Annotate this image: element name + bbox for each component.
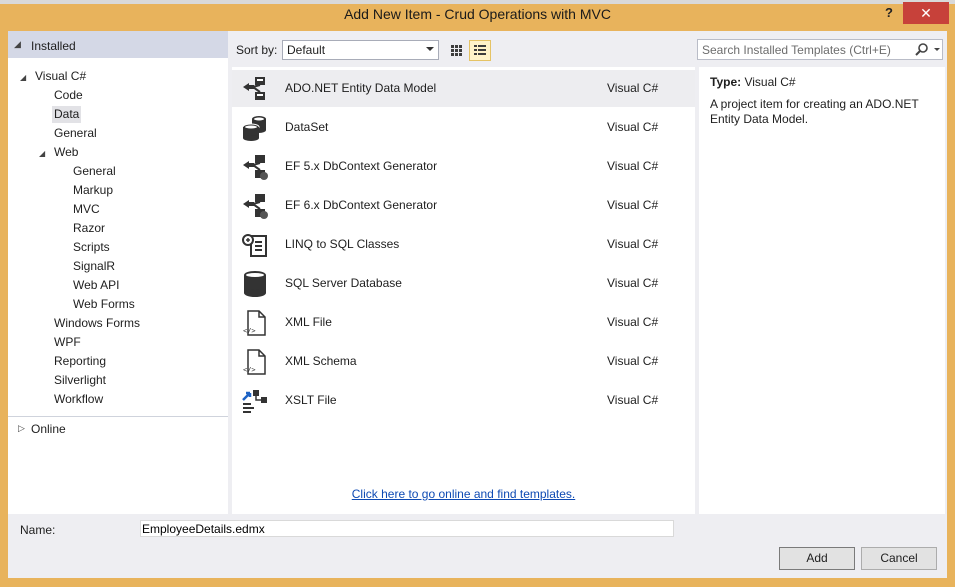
template-name: ADO.NET Entity Data Model (285, 81, 437, 95)
xml-file-icon: </> (243, 310, 266, 336)
tree-item-web[interactable]: Web (52, 144, 80, 161)
dialog-title: Add New Item - Crud Operations with MVC (344, 6, 611, 22)
entity-model-icon (243, 77, 265, 100)
list-view-icon (474, 45, 486, 55)
template-name: EF 6.x DbContext Generator (285, 198, 438, 212)
tree-item-code[interactable]: Code (52, 87, 85, 104)
list-view-button[interactable] (469, 40, 491, 61)
help-button[interactable]: ? (878, 5, 900, 23)
template-description: A project item for creating an ADO.NET E… (710, 97, 919, 126)
installed-label: Installed (31, 39, 76, 53)
dbcontext-generator-icon (243, 194, 268, 219)
name-field[interactable] (140, 520, 674, 537)
template-language: Visual C# (607, 237, 659, 251)
template-item-linq-to-sql-classes[interactable]: LINQ to SQL Classes Visual C# (232, 226, 695, 263)
dropdown-arrow-icon (426, 47, 434, 51)
type-line: Type: Visual C# (710, 75, 796, 89)
cancel-button[interactable]: Cancel (861, 547, 937, 570)
search-templates-input[interactable] (698, 40, 908, 59)
template-item-ef5-dbcontext-generator[interactable]: EF 5.x DbContext Generator Visual C# (232, 148, 695, 185)
online-label: Online (31, 422, 66, 436)
template-item-xml-file[interactable]: </> XML File Visual C# (232, 304, 695, 341)
taskbar-strip (0, 0, 955, 4)
template-name: SQL Server Database (285, 276, 402, 290)
tree-item-reporting[interactable]: Reporting (52, 353, 108, 370)
template-language: Visual C# (607, 120, 659, 134)
tree-item-data[interactable]: Data (52, 106, 82, 123)
dialog-window: Add New Item - Crud Operations with MVC … (0, 0, 955, 587)
database-icon (244, 271, 266, 297)
template-item-xml-schema[interactable]: </> XML Schema Visual C# (232, 343, 695, 380)
template-name: XSLT File (285, 393, 337, 407)
expanded-triangle-icon: ◢ (14, 39, 21, 49)
svg-text:</>: </> (243, 327, 256, 335)
template-description-panel: Type: Visual C# A project item for creat… (699, 67, 945, 514)
sort-by-value: Default (287, 43, 326, 57)
tree-item-wpf[interactable]: WPF (52, 334, 83, 351)
svg-text:</>: </> (243, 366, 256, 374)
search-templates-box[interactable] (697, 39, 943, 60)
template-language: Visual C# (607, 354, 659, 368)
add-button[interactable]: Add (779, 547, 855, 570)
name-label: Name: (20, 523, 56, 537)
template-language: Visual C# (607, 81, 659, 95)
tree-item-mvc[interactable]: MVC (71, 201, 102, 218)
tree-item-scripts[interactable]: Scripts (71, 239, 112, 256)
expanded-triangle-icon[interactable]: ◢ (39, 149, 45, 158)
template-name: LINQ to SQL Classes (285, 237, 400, 251)
xslt-file-icon (242, 390, 267, 413)
search-options-arrow-icon[interactable] (934, 48, 940, 51)
tree-item-markup[interactable]: Markup (71, 182, 115, 199)
template-name: XML Schema (285, 354, 357, 368)
tree-item-visual-csharp[interactable]: Visual C# (33, 68, 88, 85)
find-online-templates-link[interactable]: Click here to go online and find templat… (232, 487, 695, 501)
dialog-client: ◢ Installed ◢ Visual C# Code Data Genera… (8, 31, 947, 578)
template-item-ef6-dbcontext-generator[interactable]: EF 6.x DbContext Generator Visual C# (232, 187, 695, 224)
close-button[interactable]: ✕ (903, 2, 949, 24)
tree-divider (8, 416, 228, 417)
tree-item-general[interactable]: General (52, 125, 99, 142)
grid-view-icon (451, 45, 462, 56)
tree-item-silverlight[interactable]: Silverlight (52, 372, 108, 389)
template-name: DataSet (285, 120, 329, 134)
tree-item-web-forms[interactable]: Web Forms (71, 296, 137, 313)
collapsed-triangle-icon: ▷ (18, 423, 25, 433)
template-language: Visual C# (607, 276, 659, 290)
tree-header-installed[interactable]: ◢ Installed (8, 31, 228, 58)
template-item-xslt-file[interactable]: XSLT File Visual C# (232, 382, 695, 419)
template-language: Visual C# (607, 198, 659, 212)
tree-item-web-general[interactable]: General (71, 163, 118, 180)
template-item-ado-net-entity-data-model[interactable]: ADO.NET Entity Data Model Visual C# (232, 70, 695, 107)
tree-item-windows-forms[interactable]: Windows Forms (52, 315, 142, 332)
small-icons-view-button[interactable] (445, 40, 467, 61)
tree-item-workflow[interactable]: Workflow (52, 391, 105, 408)
sort-by-dropdown[interactable]: Default (282, 40, 439, 60)
linq-to-sql-icon (242, 234, 267, 257)
template-language: Visual C# (607, 393, 659, 407)
template-item-dataset[interactable]: DataSet Visual C# (232, 109, 695, 146)
type-value: Visual C# (744, 75, 796, 89)
template-language: Visual C# (607, 315, 659, 329)
type-label: Type: (710, 75, 742, 89)
dataset-icon (242, 116, 266, 141)
dbcontext-generator-icon (243, 155, 268, 180)
tree-item-web-api[interactable]: Web API (71, 277, 121, 294)
template-name: EF 5.x DbContext Generator (285, 159, 438, 173)
tree-item-signalr[interactable]: SignalR (71, 258, 117, 275)
tree-item-razor[interactable]: Razor (71, 220, 107, 237)
template-tree: ◢ Installed ◢ Visual C# Code Data Genera… (8, 31, 228, 514)
template-item-sql-server-database[interactable]: SQL Server Database Visual C# (232, 265, 695, 302)
expanded-triangle-icon[interactable]: ◢ (20, 73, 26, 82)
template-list: ADO.NET Entity Data Model Visual C# Data… (232, 67, 695, 514)
xml-schema-icon: </> (243, 349, 266, 375)
tree-header-online[interactable]: ▷ Online (8, 419, 228, 439)
search-icon[interactable] (914, 42, 930, 58)
template-language: Visual C# (607, 159, 659, 173)
sort-by-label: Sort by: (236, 43, 278, 57)
template-name: XML File (285, 315, 332, 329)
